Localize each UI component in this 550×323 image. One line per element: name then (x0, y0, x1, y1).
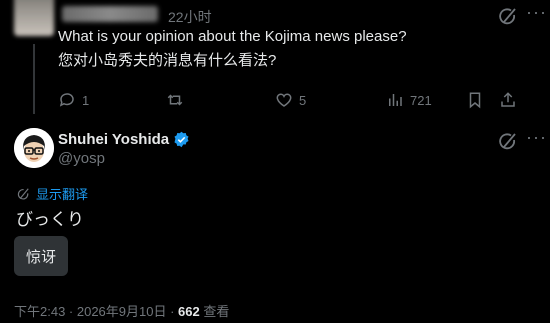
views-button[interactable]: 721 (386, 91, 432, 109)
reply-icon (59, 93, 74, 107)
thread-connector (33, 44, 35, 114)
parent-timestamp[interactable]: 22小时 (168, 7, 212, 27)
more-options-icon-main[interactable]: ··· (526, 127, 547, 148)
like-count: 5 (299, 92, 307, 108)
share-button[interactable] (499, 91, 517, 109)
repost-icon (167, 94, 183, 106)
repost-button[interactable] (166, 91, 184, 109)
like-button[interactable]: 5 (275, 91, 306, 109)
redacted-author-name (62, 6, 158, 22)
display-name[interactable]: Shuhei Yoshida (58, 131, 169, 148)
tweet-text: びっくり (16, 210, 84, 229)
author-handle[interactable]: @yosp (58, 150, 105, 167)
view-count: 721 (410, 92, 432, 108)
bookmark-icon (469, 92, 481, 109)
translation-text: 惊讶 (25, 248, 56, 266)
show-translation-label: 显示翻译 (36, 187, 89, 202)
author-name-row[interactable]: Shuhei Yoshida (58, 131, 190, 148)
share-icon (501, 92, 515, 107)
tweet-view-label: 查看 (199, 304, 230, 319)
translation-box: 惊讶 (14, 236, 68, 276)
bookmark-button[interactable] (466, 91, 484, 109)
tweet-view-count: 662 (178, 304, 200, 319)
grok-icon[interactable] (498, 6, 518, 31)
views-icon (389, 94, 402, 106)
parent-avatar[interactable] (14, 0, 54, 36)
reply-count: 1 (82, 92, 90, 108)
translate-icon (17, 187, 29, 199)
verified-badge-icon (174, 131, 189, 148)
tweet-timestamp[interactable]: 下午2:43 · 2026年9月10日 · (14, 304, 178, 319)
parent-text-en: What is your opinion about the Kojima ne… (58, 28, 407, 45)
author-avatar[interactable] (14, 128, 54, 168)
grok-icon-main[interactable] (498, 131, 518, 156)
reply-button[interactable]: 1 (58, 91, 89, 109)
more-options-icon[interactable]: ··· (526, 2, 547, 23)
show-translation-button[interactable]: 显示翻译 (16, 184, 88, 203)
tweet-meta: 下午2:43 · 2026年9月10日 · 662 查看 (14, 301, 229, 320)
heart-icon (276, 93, 292, 107)
parent-text-zh: 您对小岛秀夫的消息有什么看法? (58, 52, 277, 69)
